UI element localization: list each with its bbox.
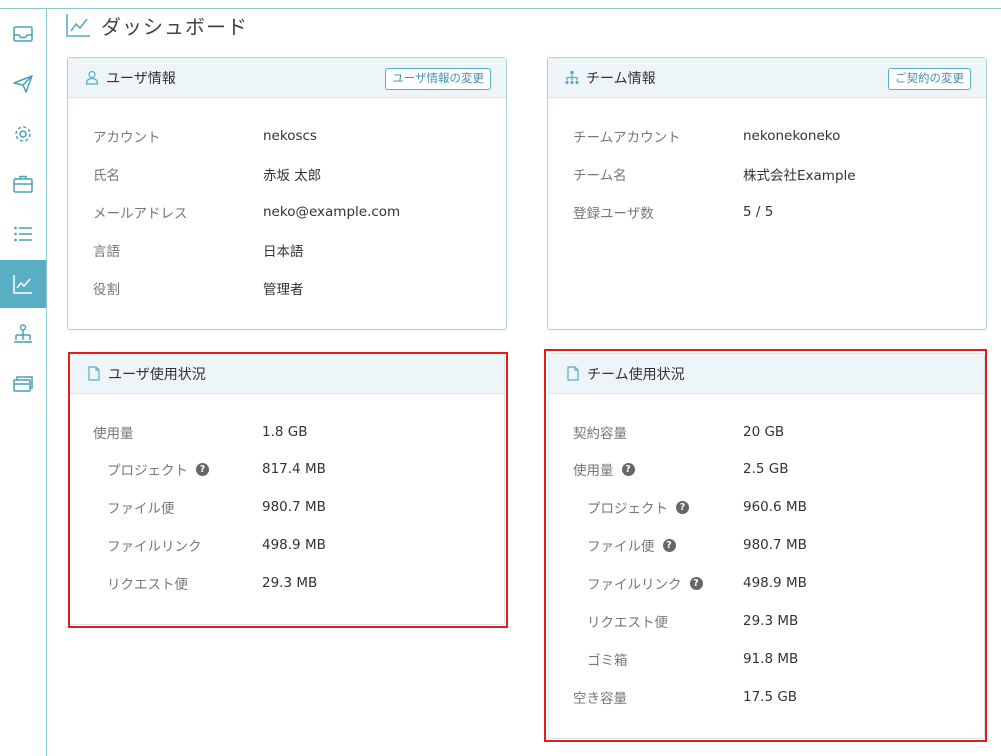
page-header: ダッシュボード <box>65 10 248 40</box>
gear-icon <box>15 126 31 142</box>
info-row: メールアドレス <box>93 202 188 222</box>
sidebar-item-briefcase[interactable] <box>0 161 46 207</box>
info-row: 登録ユーザ数 <box>573 202 654 222</box>
row-value: 日本語 <box>263 244 304 260</box>
team-icon <box>14 324 32 343</box>
highlight-box <box>68 352 508 628</box>
briefcase-icon <box>13 175 33 193</box>
sidebar-item-billing[interactable] <box>0 361 46 407</box>
chart-icon <box>13 275 32 294</box>
card-title: チーム情報 <box>586 70 656 87</box>
row-label: チームアカウント <box>573 130 681 146</box>
info-row: アカウント <box>93 126 161 146</box>
sidebar-item-list[interactable] <box>0 211 46 257</box>
row-label: 氏名 <box>93 168 120 184</box>
sidebar-item-inbox[interactable] <box>0 11 46 57</box>
row-value: 5 / 5 <box>743 204 774 220</box>
send-icon <box>13 75 33 93</box>
row-value: 赤坂 太郎 <box>263 168 322 184</box>
sidebar-item-settings[interactable] <box>0 111 46 157</box>
list-icon <box>14 226 32 242</box>
card-header: ユーザ情報 ユーザ情報の変更 <box>68 58 506 98</box>
sidebar-item-dashboard[interactable] <box>0 260 46 308</box>
inbox-icon <box>13 26 33 42</box>
sidebar <box>0 9 47 756</box>
change-contract-button[interactable]: ご契約の変更 <box>888 68 971 90</box>
user-icon <box>85 70 99 85</box>
row-label: 役割 <box>93 282 120 298</box>
row-label: 言語 <box>93 244 120 260</box>
row-label: メールアドレス <box>93 206 188 222</box>
cards-icon <box>13 376 33 392</box>
card-title: ユーザ情報 <box>106 70 176 87</box>
row-value: 株式会社Example <box>743 168 856 184</box>
sidebar-item-team[interactable] <box>0 311 46 357</box>
top-border <box>0 8 1001 9</box>
team-info-card: チーム情報 ご契約の変更 チームアカウント nekonekoneko チーム名 … <box>547 57 987 330</box>
row-label: アカウント <box>93 130 161 146</box>
org-chart-icon <box>565 70 579 85</box>
row-value: nekoscs <box>263 128 317 144</box>
info-row: チーム名 <box>573 164 627 184</box>
page-title: ダッシュボード <box>101 14 248 39</box>
sidebar-item-send[interactable] <box>0 61 46 107</box>
row-value: neko@example.com <box>263 204 401 220</box>
info-row: チームアカウント <box>573 126 681 146</box>
card-header: チーム情報 ご契約の変更 <box>548 58 986 98</box>
info-row: 氏名 <box>93 164 120 184</box>
row-value: nekonekoneko <box>743 128 841 144</box>
chart-icon <box>66 13 90 37</box>
row-label: チーム名 <box>573 168 627 184</box>
row-value: 管理者 <box>263 282 304 298</box>
info-row: 役割 <box>93 278 120 298</box>
row-label: 登録ユーザ数 <box>573 206 654 222</box>
info-row: 言語 <box>93 240 120 260</box>
user-info-card: ユーザ情報 ユーザ情報の変更 アカウント nekoscs 氏名 赤坂 太郎 メー… <box>67 57 507 330</box>
edit-user-info-button[interactable]: ユーザ情報の変更 <box>385 68 491 90</box>
highlight-box <box>544 349 987 742</box>
